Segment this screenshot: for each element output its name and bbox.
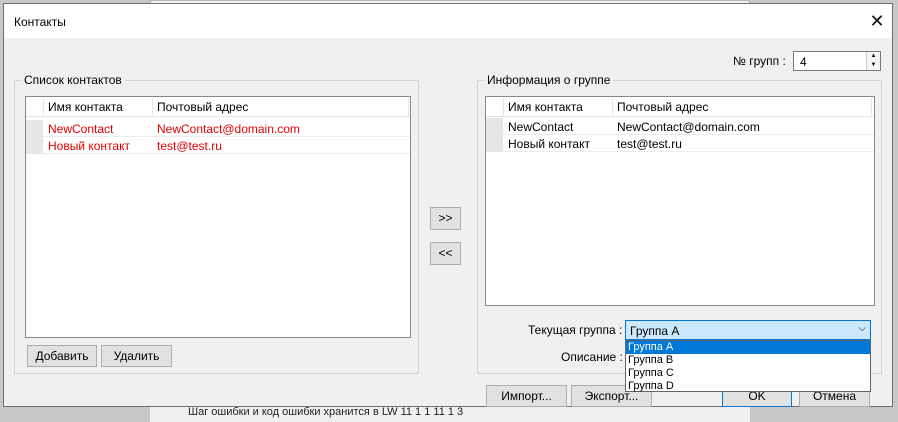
background-footer-text: Шаг ошибки и код ошибки хранится в LW 11…: [188, 406, 464, 418]
group-dropdown-list[interactable]: Группа A Группа B Группа C Группа D: [625, 340, 871, 392]
column-separator[interactable]: [152, 98, 153, 116]
current-group-select[interactable]: Группа A ⌵: [625, 320, 871, 340]
table-row[interactable]: Новый контакт test@test.ru: [26, 137, 410, 154]
row-indicator: [486, 135, 503, 152]
member-name-cell: Новый контакт: [508, 137, 590, 151]
contact-list-view[interactable]: Имя контакта Почтовый адрес NewContact N…: [25, 96, 411, 338]
column-separator: [503, 98, 504, 116]
member-name-cell: NewContact: [508, 120, 574, 134]
stepper-up-icon[interactable]: ▲: [866, 52, 880, 61]
group-count-stepper[interactable]: 4 ▲ ▼: [793, 51, 881, 71]
move-to-group-button[interactable]: >>: [430, 207, 461, 230]
group-option[interactable]: Группа D: [626, 380, 870, 393]
contact-list-title: Список контактов: [21, 73, 125, 87]
contact-email-cell: NewContact@domain.com: [157, 122, 300, 136]
remove-from-group-button[interactable]: <<: [430, 242, 461, 265]
row-indicator: [26, 137, 43, 154]
contact-name-cell: Новый контакт: [48, 139, 130, 153]
group-info-title: Информация о группе: [484, 73, 614, 87]
contact-name-cell: NewContact: [48, 122, 114, 136]
current-group-label: Текущая группа :: [528, 323, 623, 337]
table-row[interactable]: NewContact NewContact@domain.com: [26, 120, 410, 137]
column-separator: [43, 98, 44, 116]
column-header-email[interactable]: Почтовый адрес: [617, 100, 708, 114]
group-count-label: № групп :: [733, 54, 786, 68]
group-members-view[interactable]: Имя контакта Почтовый адрес NewContact N…: [485, 96, 875, 306]
group-count-value: 4: [800, 55, 807, 69]
column-separator: [408, 98, 409, 116]
current-group-value: Группа A: [630, 324, 680, 338]
group-option[interactable]: Группа A: [626, 341, 870, 354]
contact-list-header: Имя контакта Почтовый адрес: [26, 97, 410, 117]
column-header-name[interactable]: Имя контакта: [48, 100, 123, 114]
column-separator: [871, 98, 872, 116]
chevron-down-icon[interactable]: ⌵: [858, 323, 866, 334]
description-label: Описание :: [561, 350, 623, 364]
row-indicator: [486, 118, 503, 135]
column-header-name[interactable]: Имя контакта: [508, 100, 583, 114]
table-row[interactable]: Новый контакт test@test.ru: [486, 135, 874, 152]
column-header-email[interactable]: Почтовый адрес: [157, 100, 248, 114]
delete-contact-button[interactable]: Удалить: [101, 345, 172, 367]
close-icon[interactable]: ✕: [864, 8, 890, 34]
contact-email-cell: test@test.ru: [157, 139, 222, 153]
group-option[interactable]: Группа C: [626, 367, 870, 380]
import-button[interactable]: Импорт...: [486, 385, 567, 407]
member-email-cell: test@test.ru: [617, 137, 682, 151]
dialog-title: Контакты: [14, 15, 66, 29]
title-bar: Контакты ✕: [4, 4, 892, 38]
table-row[interactable]: NewContact NewContact@domain.com: [486, 118, 874, 135]
add-contact-button[interactable]: Добавить: [27, 345, 97, 367]
row-indicator: [26, 120, 43, 137]
member-email-cell: NewContact@domain.com: [617, 120, 760, 134]
group-option[interactable]: Группа B: [626, 354, 870, 367]
group-members-header: Имя контакта Почтовый адрес: [486, 97, 874, 117]
stepper-down-icon[interactable]: ▼: [866, 61, 880, 70]
contacts-dialog: Контакты ✕ № групп : 4 ▲ ▼ Список контак…: [3, 3, 893, 407]
column-separator[interactable]: [612, 98, 613, 116]
